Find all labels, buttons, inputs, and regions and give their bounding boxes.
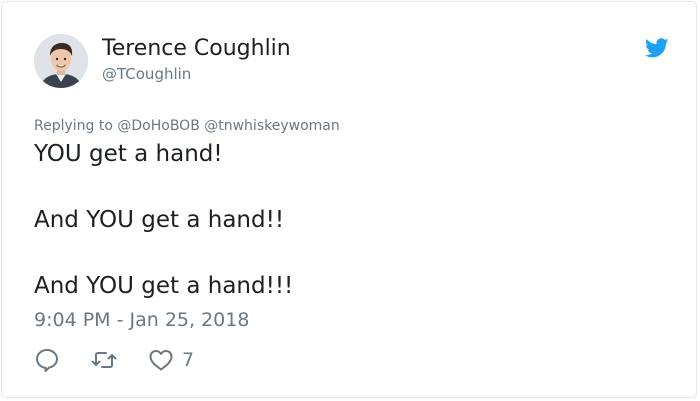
like-button[interactable]: 7 [148,348,194,372]
tweet-actions: 7 [34,346,194,374]
author-handle[interactable]: @TCoughlin [102,64,191,84]
tweet-timestamp[interactable]: 9:04 PM - Jan 25, 2018 [34,308,249,332]
tweet-line: YOU get a hand! [34,141,223,167]
retweet-icon [90,347,118,373]
author-display-name[interactable]: Terence Coughlin [102,35,291,63]
heart-icon [148,348,174,372]
reply-icon [34,347,60,373]
tweet-line: And YOU get a hand!!! [34,273,294,299]
like-count: 7 [182,349,195,371]
tweet-text: YOU get a hand! And YOU get a hand!! And… [34,138,654,303]
retweet-button[interactable] [90,347,118,373]
avatar[interactable] [34,34,88,88]
reply-button[interactable] [34,347,60,373]
twitter-bird-icon[interactable] [644,38,669,58]
tweet-card: Terence Coughlin @TCoughlin Replying to … [1,1,697,398]
replying-to-text[interactable]: Replying to @DoHoBOB @tnwhiskeywoman [34,116,340,136]
tweet-line: And YOU get a hand!! [34,207,285,233]
